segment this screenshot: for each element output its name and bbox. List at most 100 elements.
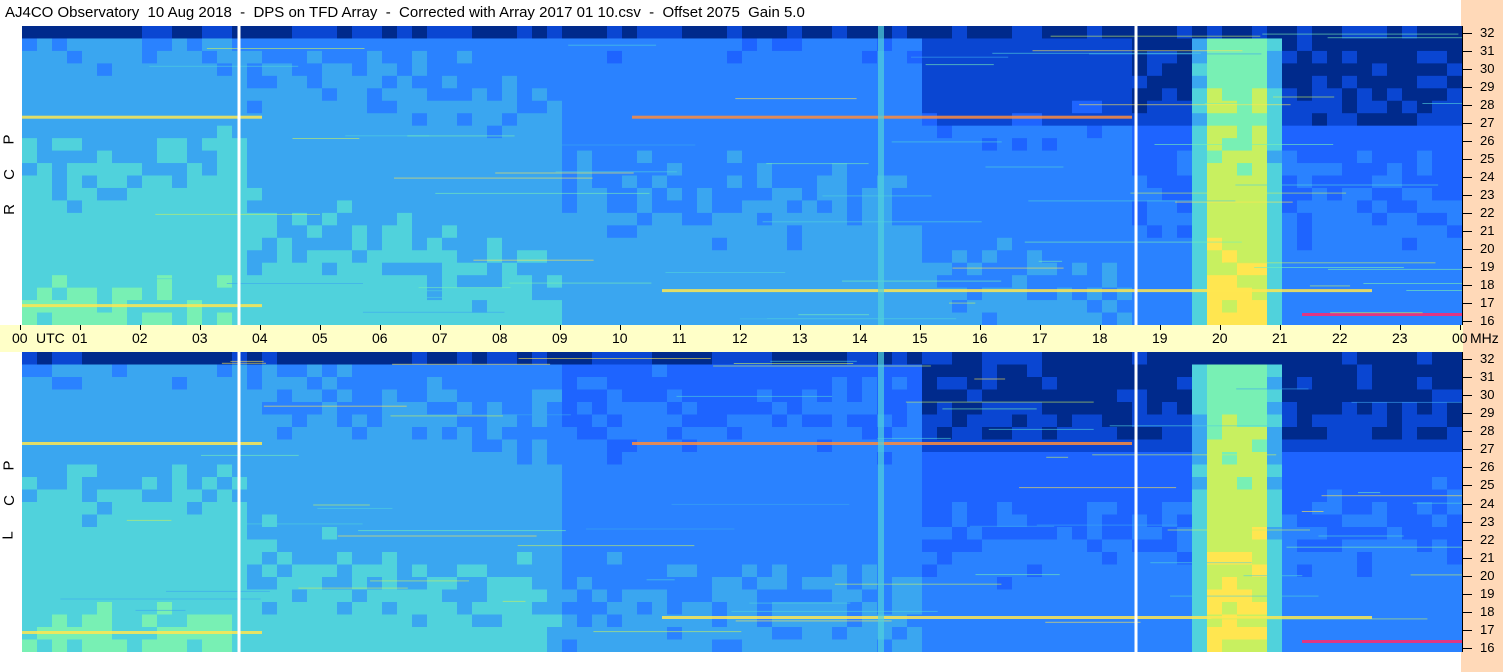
heatmap-cell	[1402, 352, 1418, 366]
heatmap-cell	[67, 262, 83, 276]
heatmap-cell	[1087, 389, 1103, 403]
heatmap-cell	[1012, 489, 1028, 503]
heatmap-cell	[142, 564, 158, 578]
heatmap-cell	[772, 175, 788, 189]
interference-line	[1406, 290, 1462, 291]
heatmap-cell	[487, 113, 503, 127]
heatmap-cell	[1402, 38, 1418, 52]
heatmap-cell	[1342, 212, 1358, 226]
time-tick-label: 07	[432, 330, 448, 346]
heatmap-cell	[1207, 50, 1223, 64]
heatmap-cell	[1252, 364, 1268, 378]
heatmap-cell	[307, 602, 323, 616]
heatmap-cell	[802, 88, 818, 102]
heatmap-cell	[112, 250, 128, 264]
heatmap-cell	[247, 100, 263, 114]
heatmap-cell	[142, 125, 158, 139]
heatmap-cell	[127, 439, 143, 453]
heatmap-cell	[1432, 26, 1448, 40]
heatmap-cell	[1267, 389, 1283, 403]
heatmap-cell	[1192, 75, 1208, 89]
heatmap-cell	[427, 577, 443, 591]
heatmap-cell	[1252, 452, 1268, 466]
heatmap-cell	[697, 452, 713, 466]
heatmap-cell	[907, 539, 923, 553]
heatmap-cell	[457, 527, 473, 541]
heatmap-cell	[637, 427, 653, 441]
heatmap-cell	[1402, 88, 1418, 102]
heatmap-cell	[622, 389, 638, 403]
heatmap-cell	[697, 50, 713, 64]
heatmap-cell	[337, 539, 353, 553]
heatmap-cell	[277, 414, 293, 428]
heatmap-cell	[862, 539, 878, 553]
heatmap-cell	[847, 527, 863, 541]
heatmap-cell	[112, 464, 128, 478]
heatmap-cell	[217, 377, 233, 391]
heatmap-cell	[1147, 477, 1163, 491]
heatmap-cell	[37, 287, 53, 301]
heatmap-cell	[1132, 200, 1148, 214]
heatmap-cell	[322, 287, 338, 301]
heatmap-cell	[397, 138, 413, 152]
heatmap-cell	[1057, 300, 1073, 314]
heatmap-cell	[562, 639, 578, 652]
heatmap-cell	[487, 552, 503, 566]
heatmap-cell	[502, 200, 518, 214]
heatmap-cell	[82, 477, 98, 491]
heatmap-cell	[532, 163, 548, 177]
heatmap-cell	[1072, 577, 1088, 591]
frequency-tick-mark	[1462, 629, 1472, 631]
heatmap-cell	[472, 275, 488, 289]
heatmap-cell	[202, 414, 218, 428]
heatmap-cell	[337, 602, 353, 616]
heatmap-cell	[982, 163, 998, 177]
heatmap-cell	[1312, 63, 1328, 77]
heatmap-cell	[757, 577, 773, 591]
heatmap-cell	[502, 138, 518, 152]
heatmap-cell	[352, 352, 368, 366]
heatmap-cell	[622, 364, 638, 378]
heatmap-cell	[277, 527, 293, 541]
interference-line	[988, 428, 1094, 430]
heatmap-cell	[802, 577, 818, 591]
heatmap-cell	[247, 552, 263, 566]
heatmap-cell	[262, 237, 278, 251]
heatmap-cell	[1192, 88, 1208, 102]
heatmap-cell	[742, 539, 758, 553]
heatmap-cell	[292, 88, 308, 102]
heatmap-cell	[1252, 250, 1268, 264]
heatmap-cell	[1312, 300, 1328, 314]
heatmap-cell	[757, 589, 773, 603]
heatmap-cell	[262, 275, 278, 289]
frequency-tick-label: 22	[1480, 205, 1495, 220]
heatmap-cell	[1252, 63, 1268, 77]
heatmap-cell	[502, 150, 518, 164]
heatmap-cell	[1132, 564, 1148, 578]
heatmap-cell	[1417, 50, 1433, 64]
heatmap-cell	[592, 552, 608, 566]
heatmap-cell	[1357, 452, 1373, 466]
heatmap-cell	[562, 514, 578, 528]
heatmap-cell	[637, 364, 653, 378]
heatmap-cell	[742, 639, 758, 652]
heatmap-cell	[937, 212, 953, 226]
heatmap-cell	[1417, 225, 1433, 239]
frequency-tick-mark	[1462, 249, 1472, 250]
heatmap-cell	[517, 163, 533, 177]
heatmap-cell	[1027, 175, 1043, 189]
heatmap-cell	[67, 364, 83, 378]
heatmap-cell	[637, 627, 653, 641]
heatmap-cell	[922, 38, 938, 52]
heatmap-cell	[382, 163, 398, 177]
heatmap-cell	[217, 163, 233, 177]
heatmap-cell	[817, 125, 833, 139]
frequency-tick-mark	[1462, 303, 1472, 304]
heatmap-cell	[772, 627, 788, 641]
frequency-tick-label: 28	[1480, 423, 1495, 439]
heatmap-cell	[292, 250, 308, 264]
heatmap-cell	[247, 477, 263, 491]
heatmap-cell	[1102, 352, 1118, 366]
heatmap-cell	[52, 614, 68, 628]
heatmap-cell	[22, 287, 38, 301]
